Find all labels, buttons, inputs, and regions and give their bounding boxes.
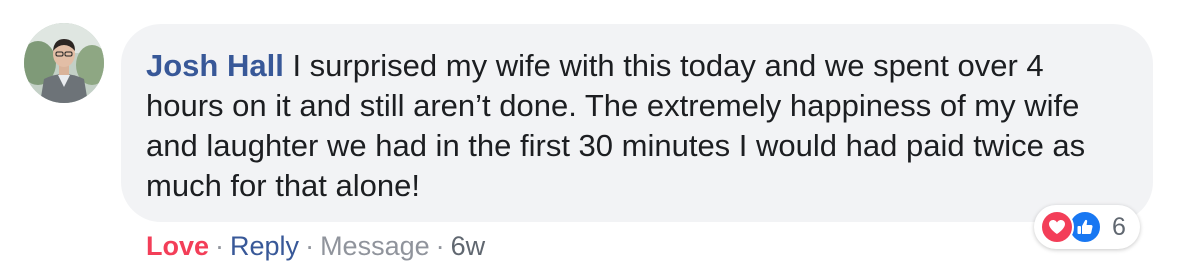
avatar-image — [24, 23, 104, 103]
comment-text: I surprised my wife with this today and … — [146, 48, 1086, 203]
timestamp-link[interactable]: 6w — [451, 231, 486, 261]
separator: · — [435, 231, 445, 261]
author-name-link[interactable]: Josh Hall — [146, 48, 284, 83]
comment: Josh Hall I surprised my wife with this … — [0, 0, 1200, 277]
reactions-summary[interactable]: 6 — [1034, 205, 1140, 249]
thumbs-up-icon — [1077, 219, 1093, 234]
love-button[interactable]: Love — [146, 231, 209, 261]
reaction-count: 6 — [1112, 212, 1126, 241]
love-reaction-icon — [1040, 210, 1074, 244]
separator: · — [305, 231, 315, 261]
comment-body: Josh Hall I surprised my wife with this … — [146, 46, 1126, 206]
avatar[interactable] — [24, 23, 104, 103]
reply-button[interactable]: Reply — [230, 231, 299, 261]
separator: · — [215, 231, 225, 261]
comment-actions: Love · Reply · Message · 6w — [146, 228, 485, 264]
message-button[interactable]: Message — [320, 231, 430, 261]
heart-icon — [1049, 220, 1065, 234]
